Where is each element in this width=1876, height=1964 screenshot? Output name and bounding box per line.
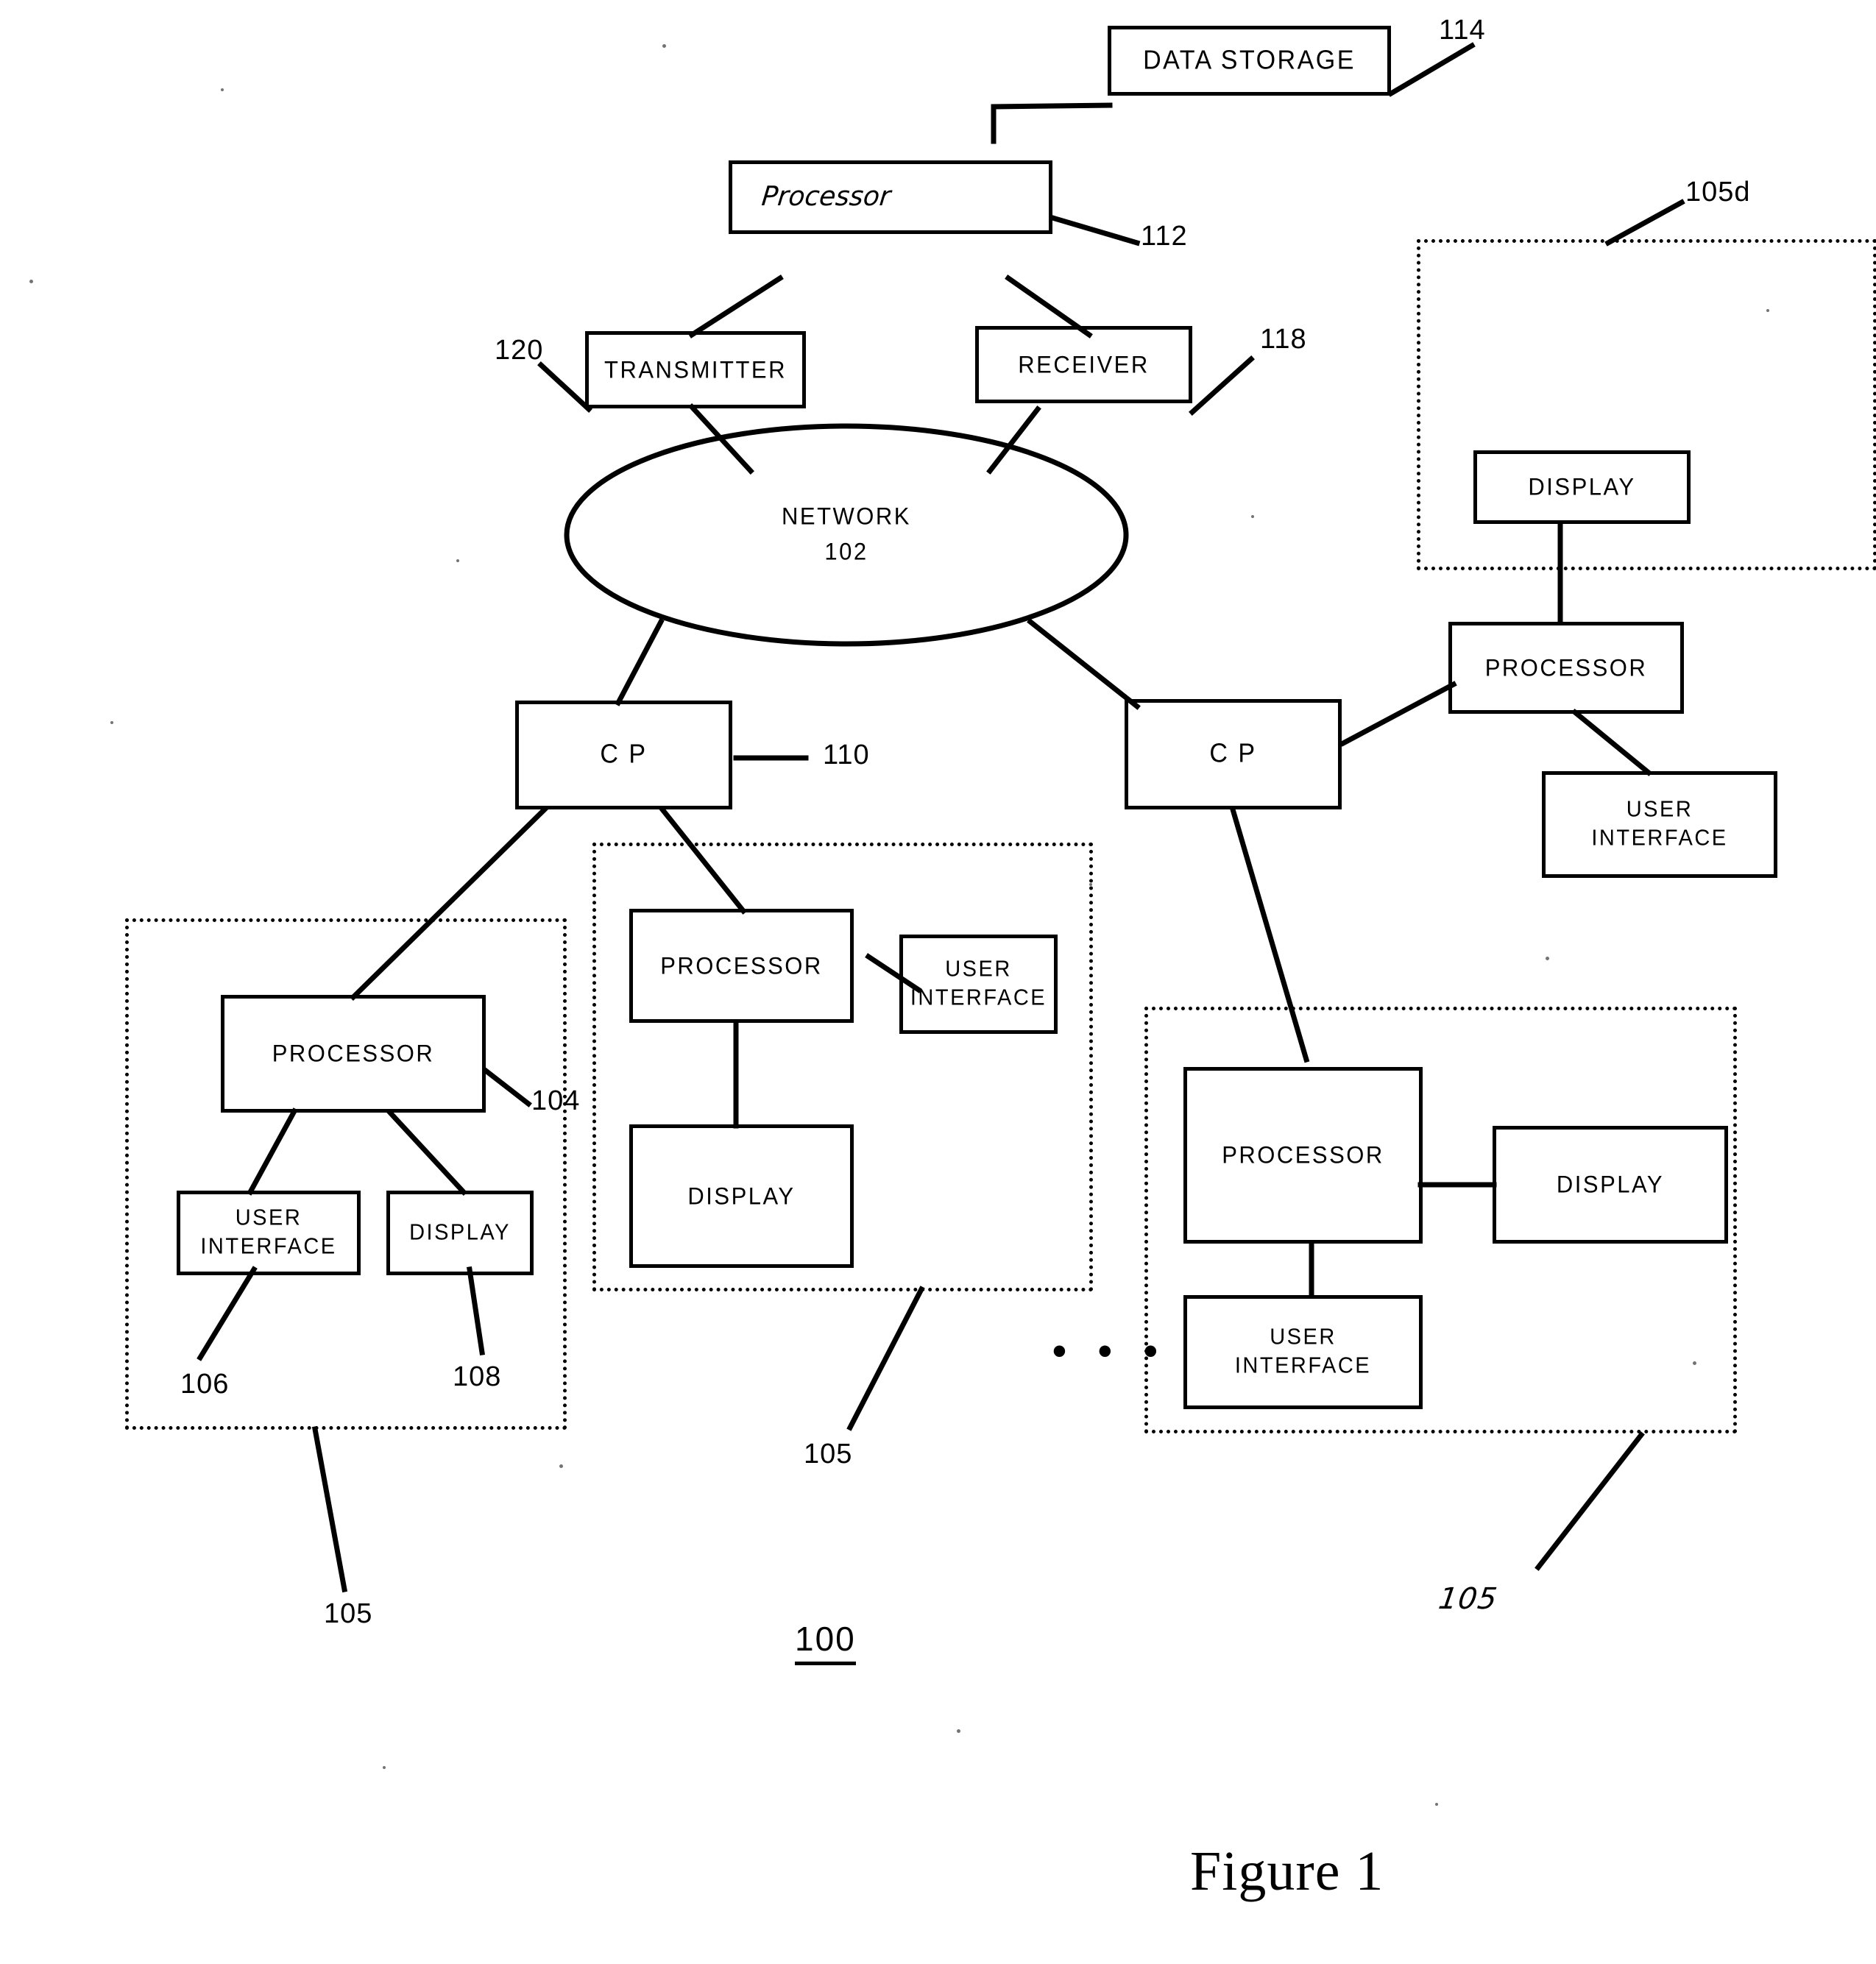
scan-speck [1089, 883, 1092, 886]
ref-numeral-105-bottom-right: 105 [1436, 1582, 1500, 1616]
br-display-box: DISPLAY [1493, 1126, 1728, 1244]
scan-speck [1251, 515, 1254, 518]
server-processor-label: Processor [760, 181, 893, 213]
scan-speck [456, 559, 459, 562]
bm-processor-label: PROCESSOR [660, 951, 823, 979]
tr-processor-label: PROCESSOR [1484, 653, 1648, 681]
bl-display-label: DISPLAY [409, 1220, 511, 1245]
scan-speck [221, 88, 224, 91]
bl-user-interface-label: USER INTERFACE [200, 1205, 337, 1260]
bm-processor-box: PROCESSOR [629, 909, 854, 1023]
br-processor-box: PROCESSOR [1183, 1067, 1423, 1244]
bm-display-box: DISPLAY [629, 1124, 854, 1268]
cp-left-label: C P [600, 740, 648, 770]
network-label: NETWORK [782, 503, 911, 530]
tr-display-box: DISPLAY [1473, 450, 1691, 524]
scan-speck [1435, 1803, 1438, 1806]
cp-left-box: C P [515, 701, 732, 809]
data-storage-label: DATA STORAGE [1143, 45, 1356, 75]
ref-numeral-114: 114 [1439, 15, 1486, 46]
scan-speck [383, 1766, 386, 1769]
br-processor-label: PROCESSOR [1222, 1141, 1384, 1169]
bl-processor-label: PROCESSOR [272, 1040, 435, 1068]
scan-speck [559, 1464, 563, 1468]
scan-speck [1546, 957, 1549, 960]
bm-user-interface-box: USER INTERFACE [899, 935, 1058, 1034]
system-number-100: 100 [795, 1619, 856, 1665]
br-user-interface-box: USER INTERFACE [1183, 1295, 1423, 1409]
br-user-interface-label: USER INTERFACE [1234, 1325, 1372, 1379]
cp-right-label: C P [1209, 739, 1257, 769]
transmitter-label: TRANSMITTER [604, 355, 787, 383]
ref-numeral-112: 112 [1141, 221, 1188, 252]
bm-user-interface-label: USER INTERFACE [910, 957, 1047, 1011]
bl-display-box: DISPLAY [386, 1191, 534, 1275]
figure-caption: Figure 1 [1190, 1840, 1384, 1902]
tr-user-interface-label: USER INTERFACE [1591, 797, 1728, 851]
ref-numeral-120: 120 [495, 335, 544, 366]
data-storage-box: DATA STORAGE [1108, 26, 1391, 96]
bl-user-interface-box: USER INTERFACE [177, 1191, 361, 1275]
bm-display-label: DISPLAY [687, 1182, 796, 1210]
scan-speck [110, 721, 113, 724]
ref-numeral-105-bottom-left: 105 [324, 1598, 373, 1629]
transmitter-box: TRANSMITTER [585, 331, 806, 408]
patent-figure-1: DATA STORAGE 114 Processor 112 TRANSMITT… [0, 0, 1876, 1964]
scan-speck [662, 44, 666, 48]
tr-processor-box: PROCESSOR [1448, 622, 1684, 714]
network-ref: 102 [824, 537, 868, 565]
ref-numeral-105d: 105d [1685, 177, 1751, 208]
ref-numeral-118: 118 [1260, 324, 1307, 355]
ref-numeral-104: 104 [531, 1085, 581, 1116]
cp-right-box: C P [1125, 699, 1342, 809]
ref-numeral-108: 108 [453, 1361, 502, 1392]
ref-numeral-110: 110 [823, 740, 870, 770]
scan-speck [29, 280, 33, 283]
tr-display-label: DISPLAY [1528, 473, 1636, 501]
scan-speck [1766, 309, 1769, 312]
network-node: NETWORK 102 [736, 502, 957, 566]
tr-user-interface-box: USER INTERFACE [1542, 771, 1777, 878]
scan-speck [957, 1729, 960, 1733]
receiver-label: RECEIVER [1018, 350, 1150, 378]
ref-numeral-105-bottom-middle: 105 [804, 1439, 853, 1470]
ref-numeral-106: 106 [180, 1369, 230, 1400]
receiver-box: RECEIVER [975, 326, 1192, 403]
scan-speck [1693, 1361, 1696, 1365]
server-processor-box: Processor [729, 160, 1052, 234]
br-display-label: DISPLAY [1556, 1171, 1665, 1199]
bl-processor-box: PROCESSOR [221, 995, 486, 1113]
